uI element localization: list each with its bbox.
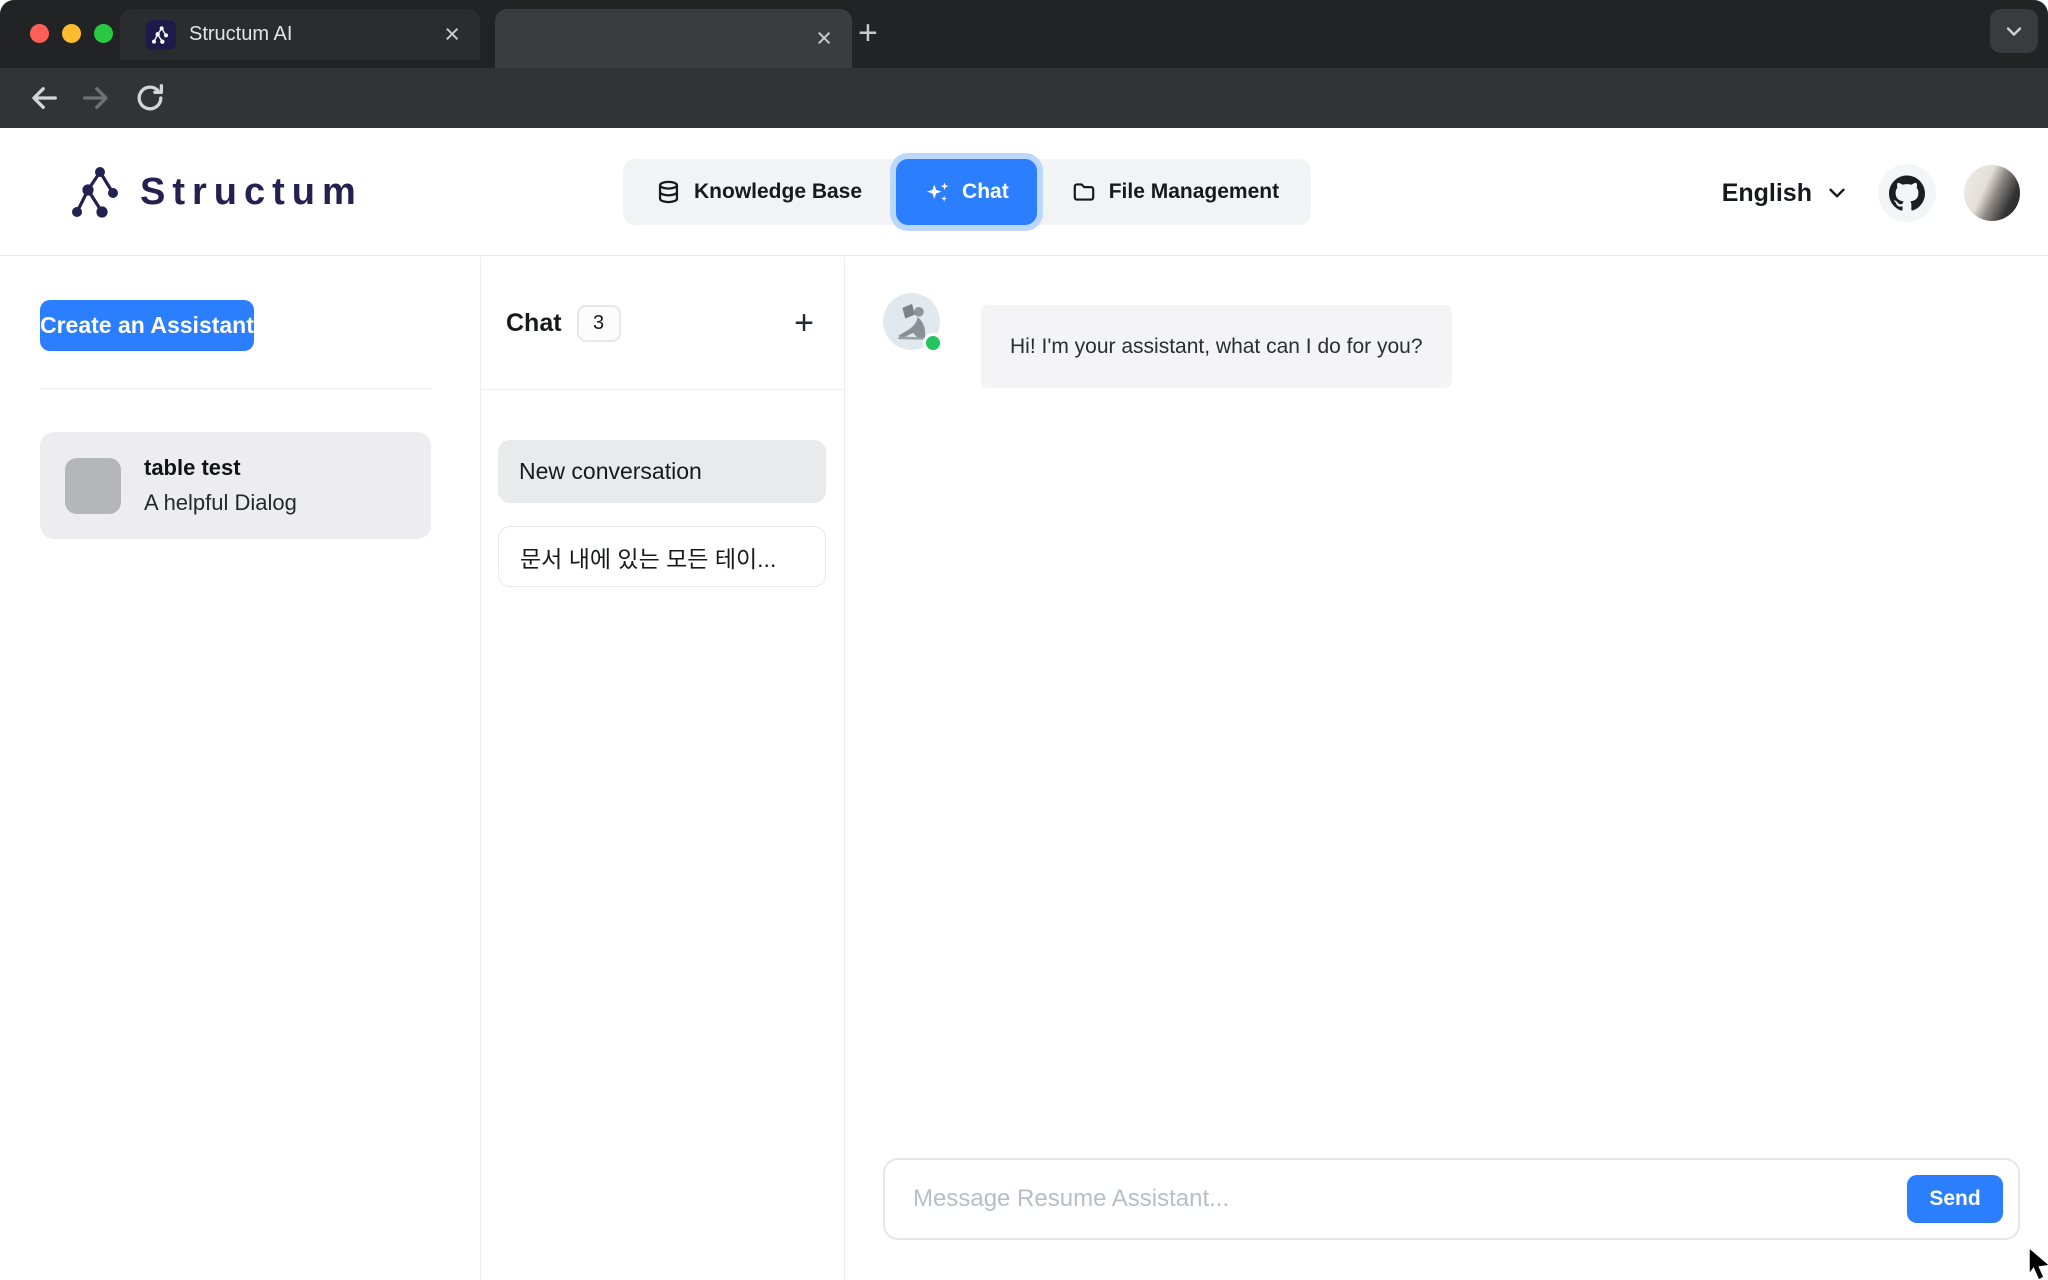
back-button[interactable] xyxy=(26,80,62,116)
conversation-item[interactable]: New conversation xyxy=(498,440,826,503)
add-conversation-button[interactable]: + xyxy=(794,306,814,340)
tab-file-management[interactable]: File Management xyxy=(1047,159,1303,225)
message-input-bar: Send xyxy=(883,1158,2020,1240)
assistant-avatar-placeholder xyxy=(65,458,121,514)
tab-knowledge-base[interactable]: Knowledge Base xyxy=(631,159,886,225)
chevron-down-icon xyxy=(2002,19,2026,43)
conversations-panel: Chat 3 + New conversation 문서 내에 있는 모든 테이… xyxy=(482,257,845,1280)
tab-label: Knowledge Base xyxy=(694,180,862,204)
database-icon xyxy=(655,179,682,206)
tab-close-icon[interactable]: × xyxy=(444,21,460,48)
zoom-window-button[interactable] xyxy=(94,24,113,43)
browser-tab-structum[interactable]: Structum AI × xyxy=(120,9,480,60)
create-assistant-button[interactable]: Create an Assistant xyxy=(40,300,254,351)
folder-icon xyxy=(1071,179,1097,205)
assistants-sidebar: Create an Assistant table test A helpful… xyxy=(0,257,481,1280)
chat-panel: Hi! I'm your assistant, what can I do fo… xyxy=(846,257,2048,1280)
structum-favicon-icon xyxy=(146,20,176,50)
sparkles-icon xyxy=(924,179,950,205)
tab-title: Structum AI xyxy=(189,23,444,46)
refresh-button[interactable] xyxy=(132,80,168,116)
header-right: English xyxy=(1722,164,2020,222)
structum-logo-icon xyxy=(68,162,128,222)
assistant-list-item[interactable]: table test A helpful Dialog xyxy=(40,432,431,539)
chevron-down-icon xyxy=(1824,180,1850,206)
tab-label: File Management xyxy=(1109,180,1279,204)
minimize-window-button[interactable] xyxy=(62,24,81,43)
assistant-message-row: Hi! I'm your assistant, what can I do fo… xyxy=(883,293,1452,388)
assistant-description: A helpful Dialog xyxy=(144,490,297,516)
conversation-item[interactable]: 문서 내에 있는 모든 테이... xyxy=(498,526,826,587)
conversations-title: Chat xyxy=(506,309,562,338)
tab-label: Chat xyxy=(962,180,1009,204)
conversation-list: New conversation 문서 내에 있는 모든 테이... xyxy=(482,390,844,587)
forward-button[interactable] xyxy=(78,80,114,116)
message-input[interactable] xyxy=(913,1185,1907,1213)
brand-name: Structum xyxy=(140,171,363,214)
browser-toolbar: https://structum.ai/ xyxy=(0,68,2048,128)
main-nav: Knowledge Base Chat File Management xyxy=(623,159,1311,225)
tab-close-icon[interactable]: × xyxy=(816,25,832,52)
window-controls xyxy=(30,24,113,43)
conversations-count-badge: 3 xyxy=(577,305,621,342)
app-header: Structum Knowledge Base Chat File Manage… xyxy=(0,128,2048,256)
browser-tab-strip: Structum AI × × + xyxy=(0,0,2048,68)
assistant-chat-avatar xyxy=(883,293,940,350)
assistant-message-bubble: Hi! I'm your assistant, what can I do fo… xyxy=(981,305,1452,388)
assistant-name: table test xyxy=(144,455,297,481)
send-button[interactable]: Send xyxy=(1907,1175,2003,1223)
github-button[interactable] xyxy=(1878,164,1936,222)
brand-logo[interactable]: Structum xyxy=(68,162,363,222)
browser-window: Structum AI × × + xyxy=(0,0,2048,1280)
tab-chat[interactable]: Chat xyxy=(896,159,1037,225)
mouse-cursor xyxy=(2026,1246,2048,1280)
new-tab-button[interactable]: + xyxy=(858,16,878,50)
sidebar-divider xyxy=(40,388,432,389)
github-icon xyxy=(1889,175,1925,211)
online-status-dot xyxy=(923,333,943,353)
tab-search-button[interactable] xyxy=(1990,9,2038,53)
close-window-button[interactable] xyxy=(30,24,49,43)
language-label: English xyxy=(1722,179,1812,208)
language-selector[interactable]: English xyxy=(1722,179,1850,208)
conversations-header: Chat 3 + xyxy=(482,257,844,390)
user-avatar[interactable] xyxy=(1964,165,2020,221)
browser-tab-active[interactable]: × xyxy=(495,9,852,68)
